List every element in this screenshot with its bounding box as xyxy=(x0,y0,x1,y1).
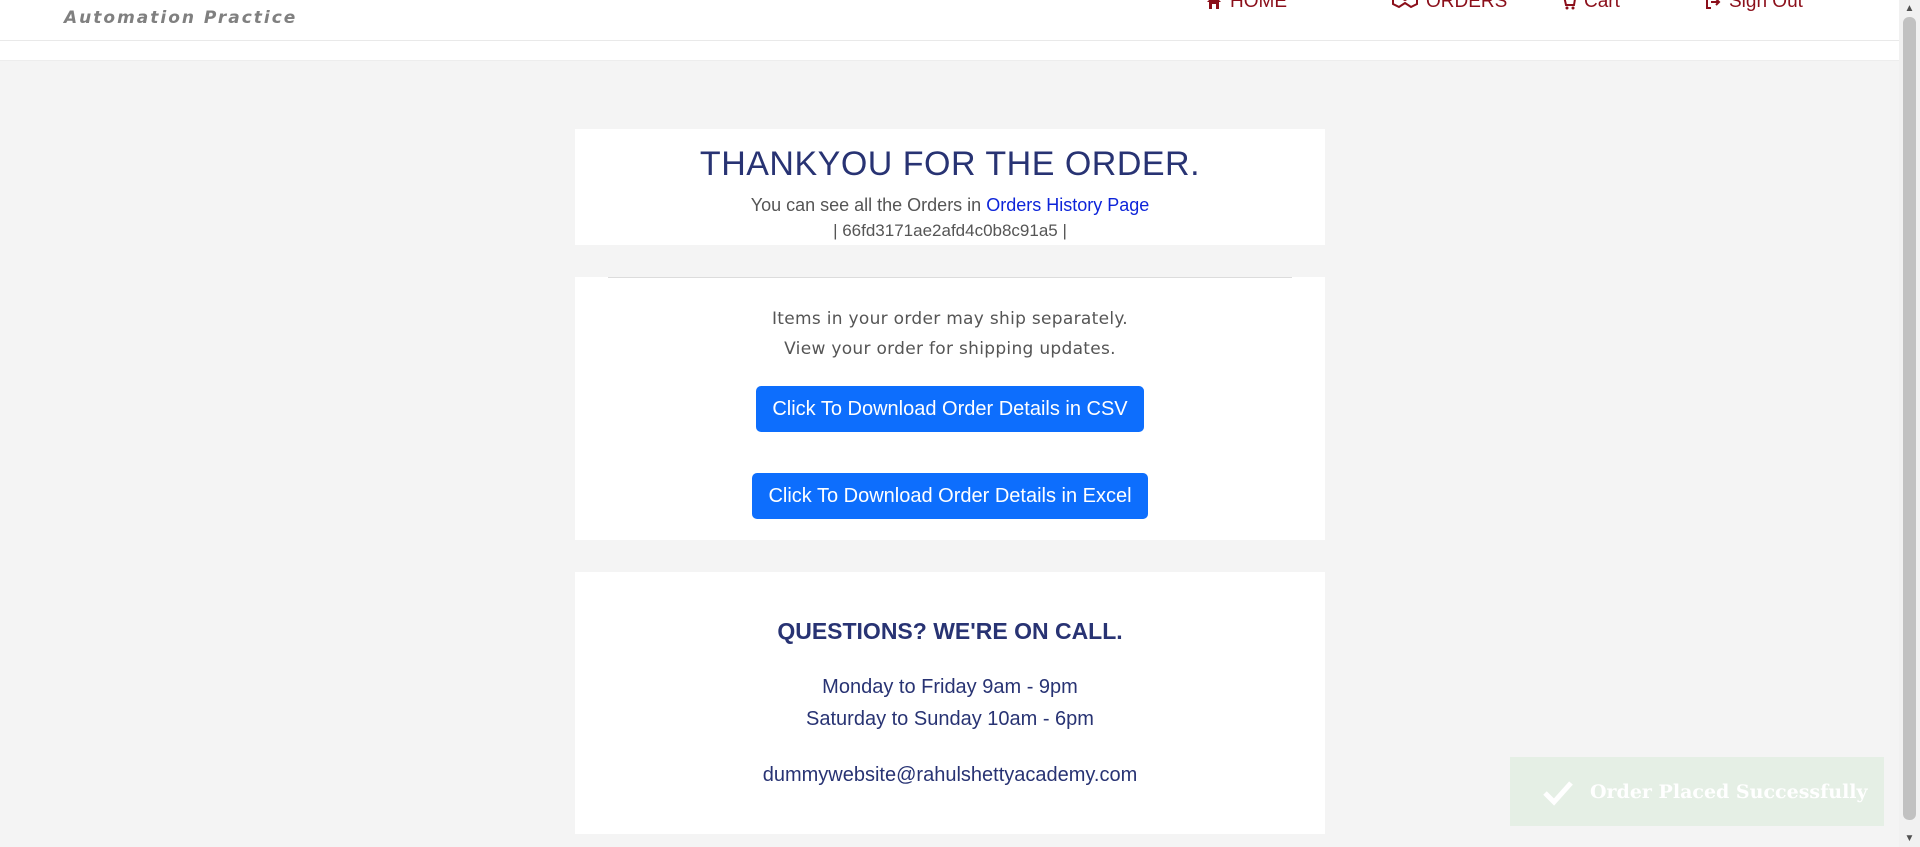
nav-sign-out-label: Sign Out xyxy=(1729,0,1803,12)
top-navbar: Automation Practice HOME ORDERS Cart Sig… xyxy=(0,0,1899,41)
orders-history-line: You can see all the Orders in Orders His… xyxy=(575,195,1325,216)
nav-sign-out[interactable]: Sign Out xyxy=(1705,0,1803,12)
scroll-down-arrow-icon[interactable]: ▼ xyxy=(1899,830,1920,847)
scrollbar-thumb[interactable] xyxy=(1903,17,1916,820)
support-card: QUESTIONS? WE'RE ON CALL. Monday to Frid… xyxy=(575,572,1325,834)
nav-cart-label: Cart xyxy=(1584,0,1620,12)
order-id: | 66fd3171ae2afd4c0b8c91a5 | xyxy=(833,221,1067,240)
weekday-hours: Monday to Friday 9am - 9pm xyxy=(822,676,1078,698)
nav-cart[interactable]: Cart xyxy=(1560,0,1620,12)
home-icon xyxy=(1206,0,1222,10)
scroll-up-arrow-icon[interactable]: ▲ xyxy=(1899,0,1920,17)
shipping-note: Items in your order may ship separately. xyxy=(771,309,1129,329)
header-spacer xyxy=(0,41,1899,61)
nav-orders-label: ORDERS xyxy=(1426,0,1508,12)
nav-home-label: HOME xyxy=(1230,0,1287,12)
page-title: THANKYOU FOR THE ORDER. xyxy=(699,145,1201,183)
support-title: QUESTIONS? WE'RE ON CALL. xyxy=(777,618,1123,644)
orders-history-link[interactable]: Orders History Page xyxy=(986,195,1149,215)
orders-history-prefix: You can see all the Orders in xyxy=(750,195,987,215)
vertical-scrollbar[interactable]: ▲ ▼ xyxy=(1899,0,1920,847)
handshake-icon xyxy=(1392,0,1418,10)
nav-orders[interactable]: ORDERS xyxy=(1392,0,1507,12)
divider xyxy=(608,277,1292,278)
brand-tagline: Automation Practice xyxy=(64,8,298,28)
toast-message: Order Placed Successfully xyxy=(1590,780,1868,803)
download-excel-button[interactable]: Click To Download Order Details in Excel xyxy=(752,473,1148,519)
shipping-card: Items in your order may ship separately.… xyxy=(575,277,1325,540)
cart-icon xyxy=(1560,0,1576,10)
sign-out-icon xyxy=(1705,0,1721,10)
success-toast[interactable]: Order Placed Successfully xyxy=(1510,757,1884,826)
nav-home[interactable]: HOME xyxy=(1206,0,1287,12)
check-icon xyxy=(1542,776,1574,808)
shipping-updates-note: View your order for shipping updates. xyxy=(784,339,1116,359)
support-email: dummywebsite@rahulshettyacademy.com xyxy=(762,764,1138,786)
download-csv-button[interactable]: Click To Download Order Details in CSV xyxy=(756,386,1144,432)
order-confirmation-card: THANKYOU FOR THE ORDER. You can see all … xyxy=(575,129,1325,245)
weekend-hours: Saturday to Sunday 10am - 6pm xyxy=(806,708,1094,730)
